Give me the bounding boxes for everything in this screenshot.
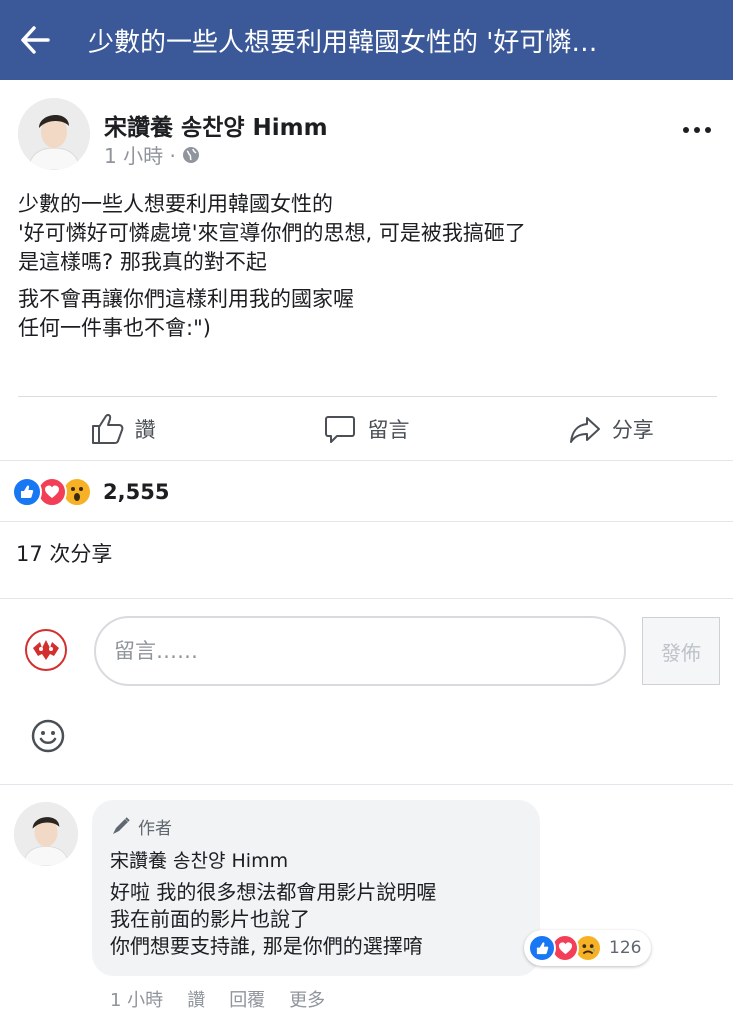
comment-bubble: 作者 宋讚養 송찬양 Himm 好啦 我的很多想法都會用影片說明喔 我在前面的影… bbox=[92, 800, 540, 976]
post-timestamp[interactable]: 1 小時 · bbox=[104, 140, 176, 169]
smiley-icon bbox=[31, 719, 65, 753]
comment-reply-button[interactable]: 回覆 bbox=[229, 986, 265, 1012]
share-count[interactable]: 17 次分享 bbox=[16, 538, 112, 568]
reaction-icons bbox=[12, 477, 92, 507]
top-bar: 少數的一些人想要利用韓國女性的 '好可憐… bbox=[0, 0, 733, 80]
pen-icon bbox=[113, 817, 130, 834]
comment-text: 好啦 我的很多想法都會用影片說明喔 我在前面的影片也說了 你們想要支持誰, 那是… bbox=[110, 880, 437, 958]
comment-reaction-count: 126 bbox=[609, 938, 642, 958]
author-badge: 作者 bbox=[110, 814, 522, 839]
share-button[interactable]: 分享 bbox=[489, 398, 733, 460]
comment-button[interactable]: 留言 bbox=[244, 398, 488, 460]
divider bbox=[0, 784, 733, 785]
comment-bubble-icon bbox=[325, 416, 356, 443]
arrow-left-icon bbox=[21, 26, 50, 54]
like-button[interactable]: 讚 bbox=[0, 398, 244, 460]
commenter-avatar[interactable] bbox=[14, 802, 78, 866]
globe-icon bbox=[182, 146, 199, 163]
current-user-avatar[interactable] bbox=[24, 628, 68, 672]
post-author-name[interactable]: 宋讚養 송찬양 Himm bbox=[104, 108, 328, 142]
post-meta: 1 小時 · bbox=[104, 140, 200, 169]
post-paragraph: 我不會再讓你們這樣利用我的國家喔 任何一件事也不會:") bbox=[18, 287, 354, 340]
comment-author-name[interactable]: 宋讚養 송찬양 Himm bbox=[110, 846, 522, 873]
post-paragraph: 少數的一些人想要利用韓國女性的 '好可憐好可憐處境'來宣導你們的思想, 可是被我… bbox=[18, 192, 526, 274]
post-body: 少數的一些人想要利用韓國女性的 '好可憐好可憐處境'來宣導你們的思想, 可是被我… bbox=[18, 190, 718, 351]
back-button[interactable] bbox=[0, 0, 70, 80]
comment-input[interactable] bbox=[94, 616, 626, 686]
reactions-summary[interactable]: 2,555 bbox=[12, 476, 169, 508]
page-title: 少數的一些人想要利用韓國女性的 '好可憐… bbox=[88, 27, 598, 58]
post-header: 宋讚養 송찬양 Himm 1 小時 · bbox=[0, 96, 733, 176]
author-avatar[interactable] bbox=[18, 98, 90, 170]
comment-like-button[interactable]: 讚 bbox=[187, 986, 205, 1012]
post-action-bar: 讚 留言 分享 bbox=[0, 398, 733, 460]
share-arrow-icon bbox=[569, 417, 600, 443]
comment-composer: 發佈 bbox=[0, 614, 733, 688]
reaction-count: 2,555 bbox=[103, 480, 170, 504]
avatar-image bbox=[14, 802, 78, 866]
emoji-button[interactable] bbox=[30, 718, 66, 754]
like-reaction-icon bbox=[12, 477, 42, 507]
divider bbox=[0, 460, 733, 461]
divider bbox=[0, 598, 733, 599]
like-reaction-icon bbox=[528, 934, 556, 962]
avatar-image bbox=[18, 98, 90, 170]
profile-logo-icon bbox=[25, 629, 67, 671]
comment-timestamp: 1 小時 bbox=[110, 990, 164, 1011]
comment-more-button[interactable]: 更多 bbox=[289, 986, 325, 1012]
post-comment-button[interactable]: 發佈 bbox=[642, 617, 720, 685]
comment-reactions[interactable]: 126 bbox=[524, 930, 652, 966]
divider bbox=[0, 521, 733, 522]
more-dots-icon bbox=[683, 127, 689, 133]
more-options-button[interactable] bbox=[677, 118, 717, 142]
thumbs-up-icon bbox=[91, 414, 124, 444]
divider bbox=[18, 396, 717, 397]
comment-actions: 1 小時 讚 回覆 更多 bbox=[110, 986, 325, 1012]
